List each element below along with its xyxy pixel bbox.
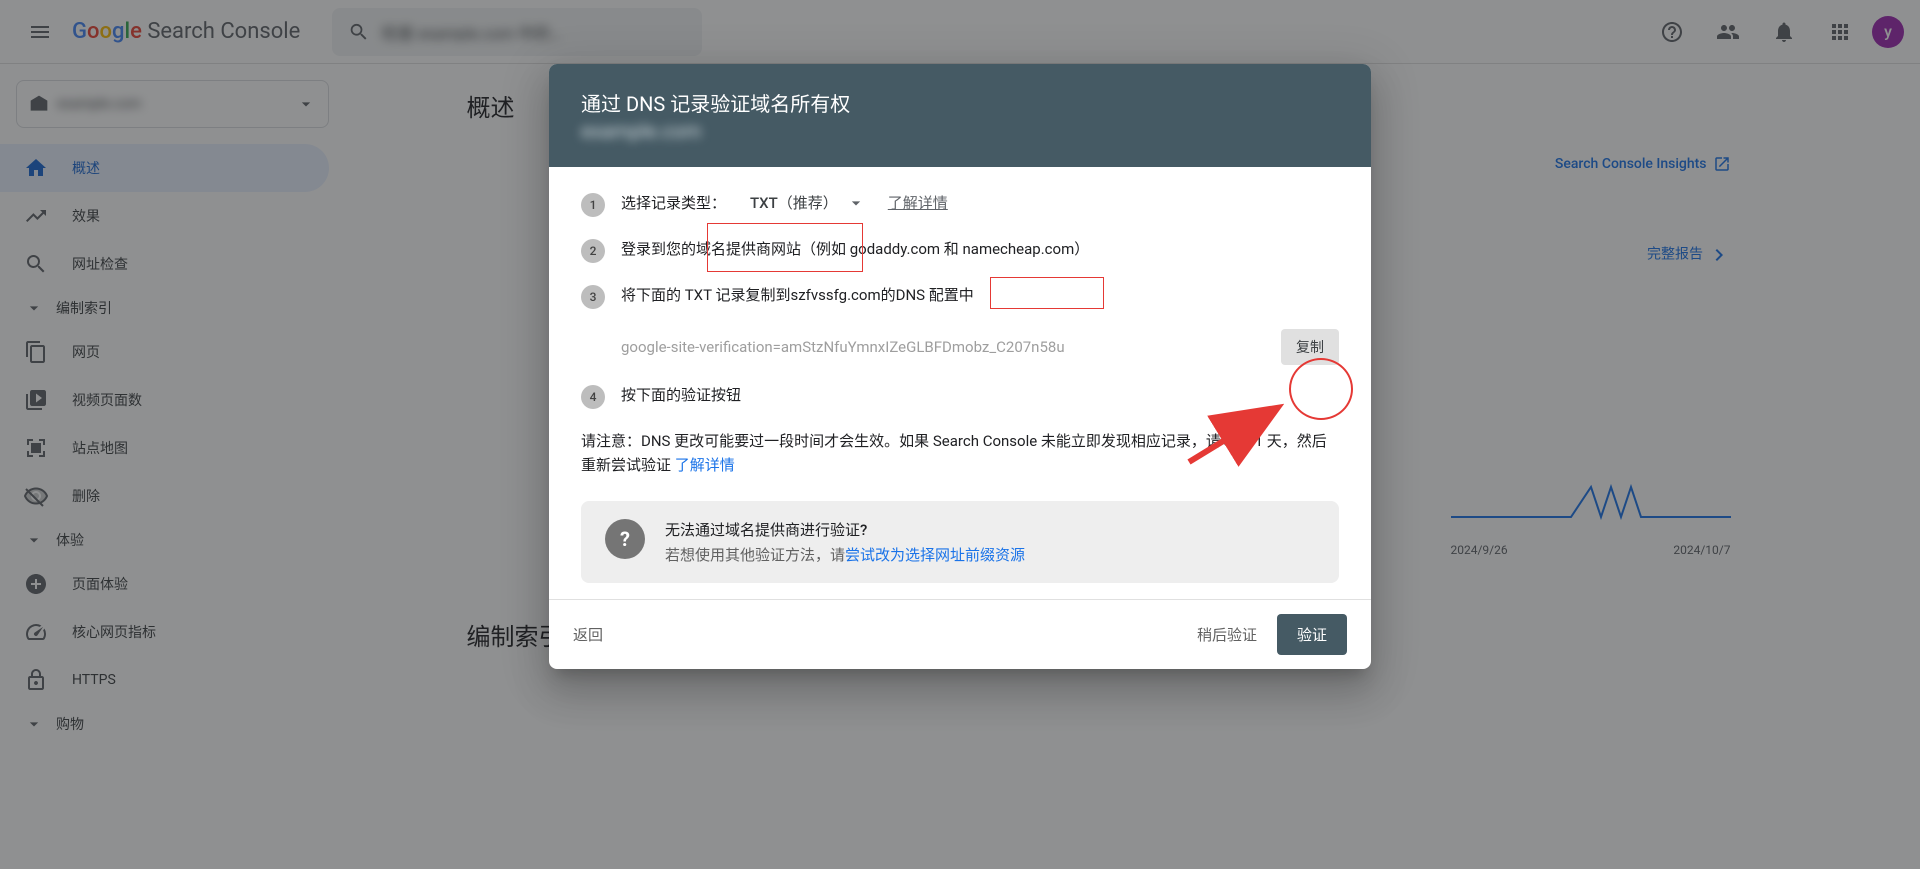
txt-record-row: 复制 [621, 329, 1339, 365]
step-number: 3 [581, 285, 605, 309]
info-box: ? 无法通过域名提供商进行验证? 若想使用其他验证方法，请尝试改为选择网址前缀资… [581, 501, 1339, 583]
step-3-prefix: 将下面的 TXT 记录复制到 [621, 283, 790, 307]
step-3: 3 将下面的 TXT 记录复制到 szfvssfg.com 的 DNS 配置中 [581, 283, 1339, 309]
note-learn-more-link[interactable]: 了解详情 [675, 456, 735, 474]
step-number: 1 [581, 193, 605, 217]
switch-to-url-prefix-link[interactable]: 尝试改为选择网址前缀资源 [845, 546, 1025, 564]
dialog-header: 通过 DNS 记录验证域名所有权 example.com [549, 64, 1371, 167]
question-icon: ? [605, 519, 645, 559]
note-text: 请注意：DNS 更改可能要过一段时间才会生效。如果 Search Console… [581, 429, 1339, 477]
record-type-dropdown[interactable]: TXT（推荐） [750, 191, 866, 215]
verify-button[interactable]: 验证 [1277, 614, 1347, 655]
dialog-title: 通过 DNS 记录验证域名所有权 [581, 88, 1339, 117]
dialog-subtitle: example.com [581, 119, 701, 143]
info-title: 无法通过域名提供商进行验证? [665, 519, 1025, 540]
verify-domain-dialog: 通过 DNS 记录验证域名所有权 example.com 1 选择记录类型： T… [549, 64, 1371, 669]
dialog-footer: 返回 稍后验证 验证 [549, 599, 1371, 669]
step-4-text: 按下面的验证按钮 [621, 383, 741, 407]
modal-overlay: 通过 DNS 记录验证域名所有权 example.com 1 选择记录类型： T… [0, 0, 1920, 869]
copy-button[interactable]: 复制 [1281, 329, 1339, 365]
step-number: 2 [581, 239, 605, 263]
learn-more-link[interactable]: 了解详情 [888, 191, 948, 215]
step-2: 2 登录到您的域名提供商网站（例如 godaddy.com 和 namechea… [581, 237, 1339, 263]
step-4: 4 按下面的验证按钮 [581, 383, 1339, 409]
step-3-mid: 的 [881, 283, 896, 307]
step-2-text: 登录到您的域名提供商网站（例如 godaddy.com 和 namecheap.… [621, 237, 1089, 261]
step-1-label: 选择记录类型： [621, 191, 726, 215]
back-button[interactable]: 返回 [573, 624, 603, 645]
record-type-value: TXT（推荐） [750, 191, 838, 215]
step-3-suffix: DNS 配置中 [896, 283, 974, 307]
annotation-redbox [990, 277, 1104, 309]
step-3-domain: szfvssfg.com [790, 283, 880, 307]
info-desc: 若想使用其他验证方法，请尝试改为选择网址前缀资源 [665, 544, 1025, 565]
chevron-down-icon [846, 193, 866, 213]
step-1: 1 选择记录类型： TXT（推荐） 了解详情 [581, 191, 1339, 217]
txt-record-input[interactable] [621, 338, 1277, 356]
verify-later-button[interactable]: 稍后验证 [1197, 624, 1257, 645]
step-number: 4 [581, 385, 605, 409]
